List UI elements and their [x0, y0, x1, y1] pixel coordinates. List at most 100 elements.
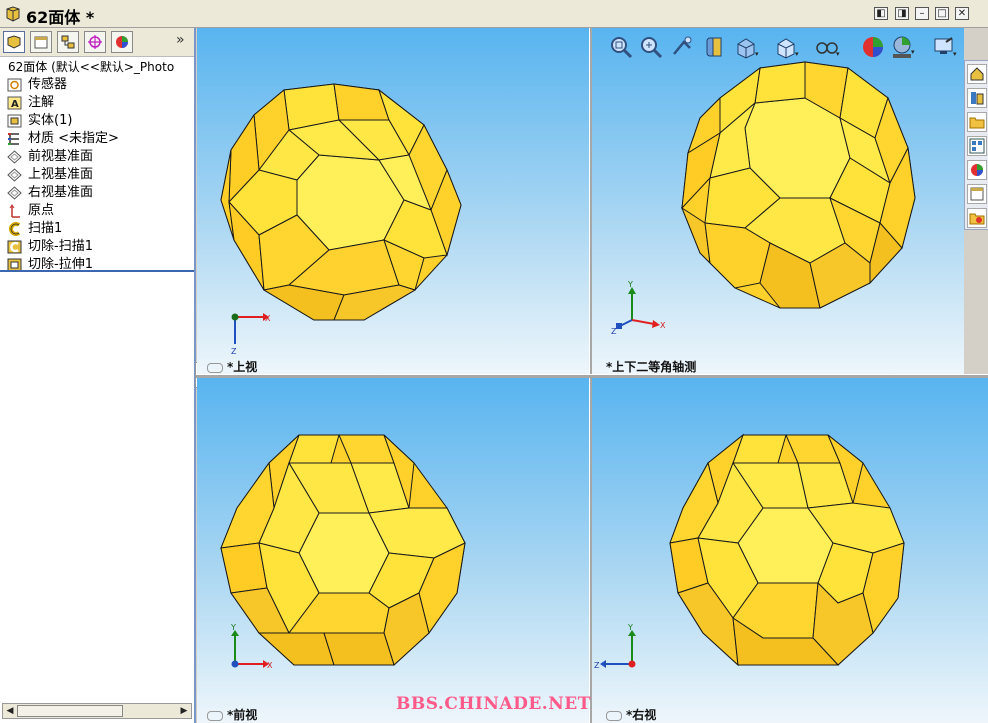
apply-scene-icon[interactable]: ▾ [890, 34, 916, 60]
link-views-icon[interactable] [207, 362, 223, 373]
tree-item-label: 右视基准面 [28, 185, 94, 200]
display-style-icon[interactable]: ▾ [774, 34, 800, 60]
origin-icon [9, 204, 20, 218]
tree-item-right-plane[interactable]: 右视基准面 [0, 184, 194, 202]
link-views-icon[interactable] [207, 710, 223, 721]
viewport-top[interactable]: X Z *上视 [197, 28, 589, 374]
tile-left-button[interactable]: ◧ [874, 7, 888, 20]
hide-show-items-icon[interactable]: ▾ [814, 34, 840, 60]
more-tabs-button[interactable]: » [176, 32, 185, 48]
heads-up-view-toolbar: ▾ ▾ ▾ ▾ ▾ [606, 34, 971, 64]
feature-manager-tabs: » [0, 28, 194, 57]
appearances-tab[interactable] [967, 160, 987, 180]
link-views-icon[interactable] [606, 710, 622, 721]
tile-right-button[interactable]: ◨ [895, 7, 909, 20]
tree-item-top-plane[interactable]: 上视基准面 [0, 166, 194, 184]
feature-tree-icon [7, 35, 21, 49]
maximize-button[interactable]: □ [935, 7, 949, 20]
tree-item-front-plane[interactable]: 前视基准面 [0, 148, 194, 166]
view-palette-tab[interactable] [967, 136, 987, 156]
custom-properties-icon [970, 187, 984, 201]
minimize-button[interactable]: – [915, 7, 929, 20]
solid-body-icon [7, 114, 22, 128]
triad-label: Y [627, 280, 633, 289]
viewport-name: *前视 [227, 708, 258, 722]
window-title: 62面体 * [26, 8, 95, 27]
sweep-icon [9, 222, 21, 236]
annotation-icon: A [7, 96, 22, 110]
viewport-label: *前视 [207, 706, 257, 723]
tree-item-label: 实体(1) [28, 113, 73, 128]
tree-item-label: 扫描1 [28, 221, 63, 236]
svg-text:▾: ▾ [795, 50, 799, 58]
tree-item-label: 材质 <未指定> [28, 131, 119, 146]
triad-label: Z [611, 327, 617, 336]
tree-item-sweep1[interactable]: 扫描1 [0, 220, 194, 238]
polyhedron-model[interactable] [219, 80, 469, 325]
triad-axes-icon: X Z [231, 313, 271, 356]
viewport-label: *上下二等角轴测 [606, 358, 696, 374]
property-manager-tab[interactable] [30, 31, 52, 53]
tree-item-label: 注解 [28, 95, 55, 110]
svg-text:▾: ▾ [836, 50, 840, 58]
viewport-name: *上下二等角轴测 [606, 360, 697, 374]
plane-icon [7, 186, 22, 200]
tree-item-material[interactable]: 材质 <未指定> [0, 130, 194, 148]
zoom-to-fit-icon[interactable] [608, 34, 634, 60]
triad-axes-icon: Y X [230, 624, 273, 670]
part-document-icon [6, 6, 20, 22]
tree-item-origin[interactable]: 原点 [0, 202, 194, 220]
triad-label: Z [231, 347, 237, 356]
tree-item-annotations[interactable]: A 注解 [0, 94, 194, 112]
svg-text:▾: ▾ [755, 50, 759, 58]
section-view-icon[interactable] [702, 34, 728, 60]
view-settings-icon[interactable]: ▾ [932, 34, 958, 60]
viewport-right[interactable]: Y Z *右视 [592, 378, 988, 723]
tree-root-part[interactable]: 62面体 (默认<<默认>_Photo [0, 58, 194, 76]
custom-properties-tab[interactable] [967, 184, 987, 204]
cut-sweep-icon [7, 240, 22, 254]
dimxpert-tab[interactable] [84, 31, 106, 53]
triad-label: Y [230, 624, 236, 632]
zoom-to-area-icon[interactable] [638, 34, 664, 60]
feature-tree: 62面体 (默认<<默认>_Photo 传感器 A 注解 实体(1) 材质 <未… [0, 58, 194, 274]
scroll-right-arrow-icon[interactable]: ▶ [178, 706, 190, 716]
display-manager-icon [116, 36, 128, 48]
horizontal-scrollbar[interactable]: ◀ ▶ [2, 703, 192, 719]
document-recovery-icon [969, 213, 985, 225]
display-manager-tab[interactable] [111, 31, 133, 53]
rollback-bar[interactable] [0, 270, 194, 272]
tree-item-sensors[interactable]: 传感器 [0, 76, 194, 94]
triad-axes-icon: Y Z [594, 624, 636, 670]
view-orientation-icon[interactable]: ▾ [734, 34, 760, 60]
viewport-splitter-horizontal[interactable] [196, 374, 988, 378]
file-explorer-tab[interactable] [967, 112, 987, 132]
close-button[interactable]: ✕ [955, 7, 969, 20]
plane-icon [7, 168, 22, 182]
triad-label: X [265, 314, 271, 323]
triad-label: Y [627, 624, 633, 632]
design-library-tab[interactable] [967, 88, 987, 108]
scroll-left-arrow-icon[interactable]: ◀ [4, 706, 16, 716]
edit-appearance-icon[interactable] [860, 34, 886, 60]
configuration-manager-icon [61, 35, 75, 49]
triad-label: X [267, 661, 273, 670]
tree-item-cut-sweep1[interactable]: 切除-扫描1 [0, 238, 194, 256]
previous-view-icon[interactable] [670, 34, 696, 60]
document-recovery-tab[interactable] [967, 208, 987, 228]
triad-label: Z [594, 661, 600, 670]
tree-item-label: 传感器 [28, 77, 68, 92]
polyhedron-model[interactable] [668, 433, 908, 669]
polyhedron-model[interactable] [680, 58, 920, 313]
solidworks-resources-tab[interactable] [967, 64, 987, 84]
viewport-trimetric[interactable]: Y X Z *上下二等角轴测 [592, 28, 964, 374]
plane-icon [7, 150, 22, 164]
scroll-thumb[interactable] [17, 705, 123, 717]
viewport-front[interactable]: Y X *前视 [197, 378, 589, 723]
tree-item-label: 切除-扫描1 [28, 239, 93, 254]
watermark: BBS.CHINADE.NET [396, 694, 591, 714]
tree-item-solid-bodies[interactable]: 实体(1) [0, 112, 194, 130]
configuration-manager-tab[interactable] [57, 31, 79, 53]
feature-tree-tab[interactable] [3, 31, 25, 53]
sensor-icon [7, 78, 22, 92]
